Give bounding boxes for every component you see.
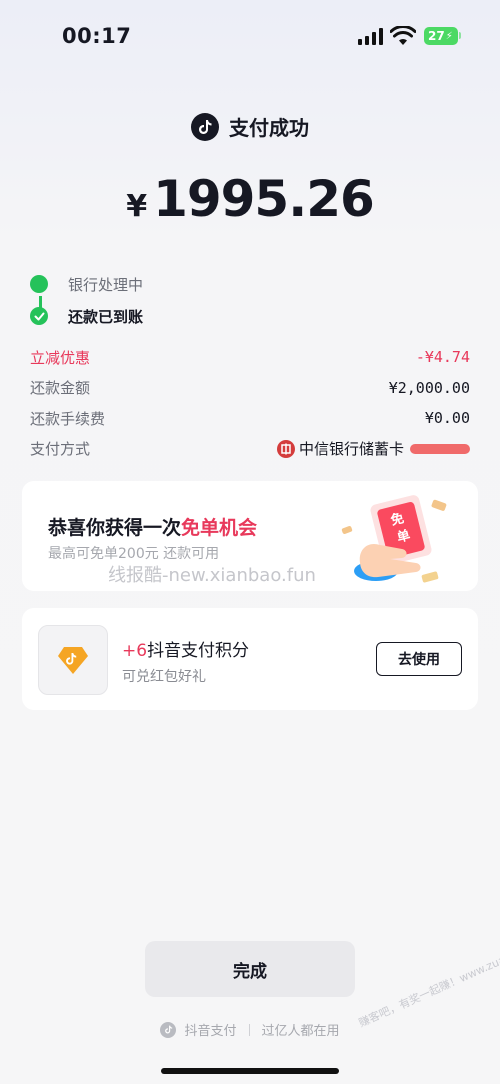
- points-title: +6抖音支付积分: [122, 636, 249, 661]
- detail-label: 还款金额: [30, 379, 91, 398]
- footer-divider: [248, 1023, 250, 1036]
- promo-title-prefix: 恭喜你获得一次: [48, 517, 182, 539]
- amount-value: 1995.26: [153, 170, 375, 228]
- detail-row-fee: 还款手续费 ¥0.00: [30, 403, 470, 434]
- progress-step-arrived: 还款已到账: [30, 300, 470, 332]
- points-count: +6: [122, 641, 148, 661]
- currency-symbol: ¥: [126, 189, 148, 224]
- charging-bolt-icon: ⚡: [445, 30, 453, 42]
- status-time: 00:17: [62, 24, 132, 48]
- progress-step-label: 银行处理中: [68, 275, 144, 294]
- detail-label: 支付方式: [30, 440, 91, 459]
- promo-title: 恭喜你获得一次免单机会: [48, 513, 257, 540]
- douyin-logo-icon: [191, 112, 219, 141]
- detail-value: ¥0.00: [424, 409, 470, 428]
- citic-bank-logo-icon: [276, 439, 295, 458]
- free-order-promo-card[interactable]: 恭喜你获得一次免单机会 最高可免单200元 还款可用 线报酷-new.xianb…: [22, 481, 478, 591]
- progress-step-label: 还款已到账: [68, 307, 144, 326]
- wifi-icon: [390, 26, 416, 45]
- promo-subtitle: 最高可免单200元 还款可用: [48, 546, 220, 562]
- battery-level: 27: [428, 29, 445, 43]
- page-title: 支付成功: [229, 116, 309, 140]
- detail-label: 立减优惠: [30, 348, 91, 367]
- payment-header: 支付成功: [0, 112, 500, 141]
- detail-row-discount: 立减优惠 -¥4.74: [30, 342, 470, 373]
- douyin-pay-points-card: +6抖音支付积分 可兑红包好礼 去使用: [22, 608, 478, 710]
- home-indicator[interactable]: [161, 1068, 339, 1074]
- progress-step-processing: 银行处理中: [30, 268, 470, 322]
- footer-brand: 抖音支付: [184, 1024, 237, 1039]
- battery-tip: [459, 32, 461, 39]
- payment-amount: ¥ 1995.26: [0, 170, 500, 228]
- check-circle-icon: [30, 307, 48, 325]
- redaction-mark: [410, 443, 470, 454]
- corner-watermark: 赚客吧，有奖一起赚！www.zuanke8.com: [356, 931, 500, 1030]
- repayment-progress: 银行处理中 还款已到账: [30, 268, 470, 332]
- payment-details: 立减优惠 -¥4.74 还款金额 ¥2,000.00 还款手续费 ¥0.00 支…: [30, 342, 470, 464]
- detail-value: ¥2,000.00: [388, 378, 470, 397]
- detail-label: 还款手续费: [30, 409, 106, 428]
- cellular-signal-icon: [358, 28, 383, 45]
- promo-title-highlight: 免单机会: [181, 517, 258, 539]
- payment-method-value: 中信银行储蓄卡: [276, 438, 470, 459]
- use-points-button[interactable]: 去使用: [376, 642, 462, 676]
- points-subtitle: 可兑红包好礼: [122, 669, 206, 685]
- watermark-text: 线报酷-new.xianbao.fun: [108, 565, 316, 586]
- bank-card-name: 中信银行储蓄卡: [298, 440, 404, 459]
- done-button[interactable]: 完成: [145, 941, 355, 997]
- progress-dot: [30, 275, 48, 322]
- points-badge-icon: [38, 625, 108, 695]
- footer: 抖音支付 过亿人都在用: [0, 1020, 500, 1039]
- points-title-text: 抖音支付积分: [147, 641, 250, 661]
- detail-row-repay-amount: 还款金额 ¥2,000.00: [30, 373, 470, 404]
- douyin-pay-logo-icon: [160, 1021, 177, 1038]
- battery-icon: 27 ⚡: [424, 27, 458, 45]
- detail-row-payment-method: 支付方式 中信银行储蓄卡: [30, 434, 470, 465]
- footer-slogan: 过亿人都在用: [261, 1024, 340, 1039]
- detail-value: -¥4.74: [415, 348, 470, 367]
- status-bar: 00:17 27 ⚡: [0, 0, 500, 74]
- free-ticket-hand-illustration: 免 单: [341, 495, 447, 583]
